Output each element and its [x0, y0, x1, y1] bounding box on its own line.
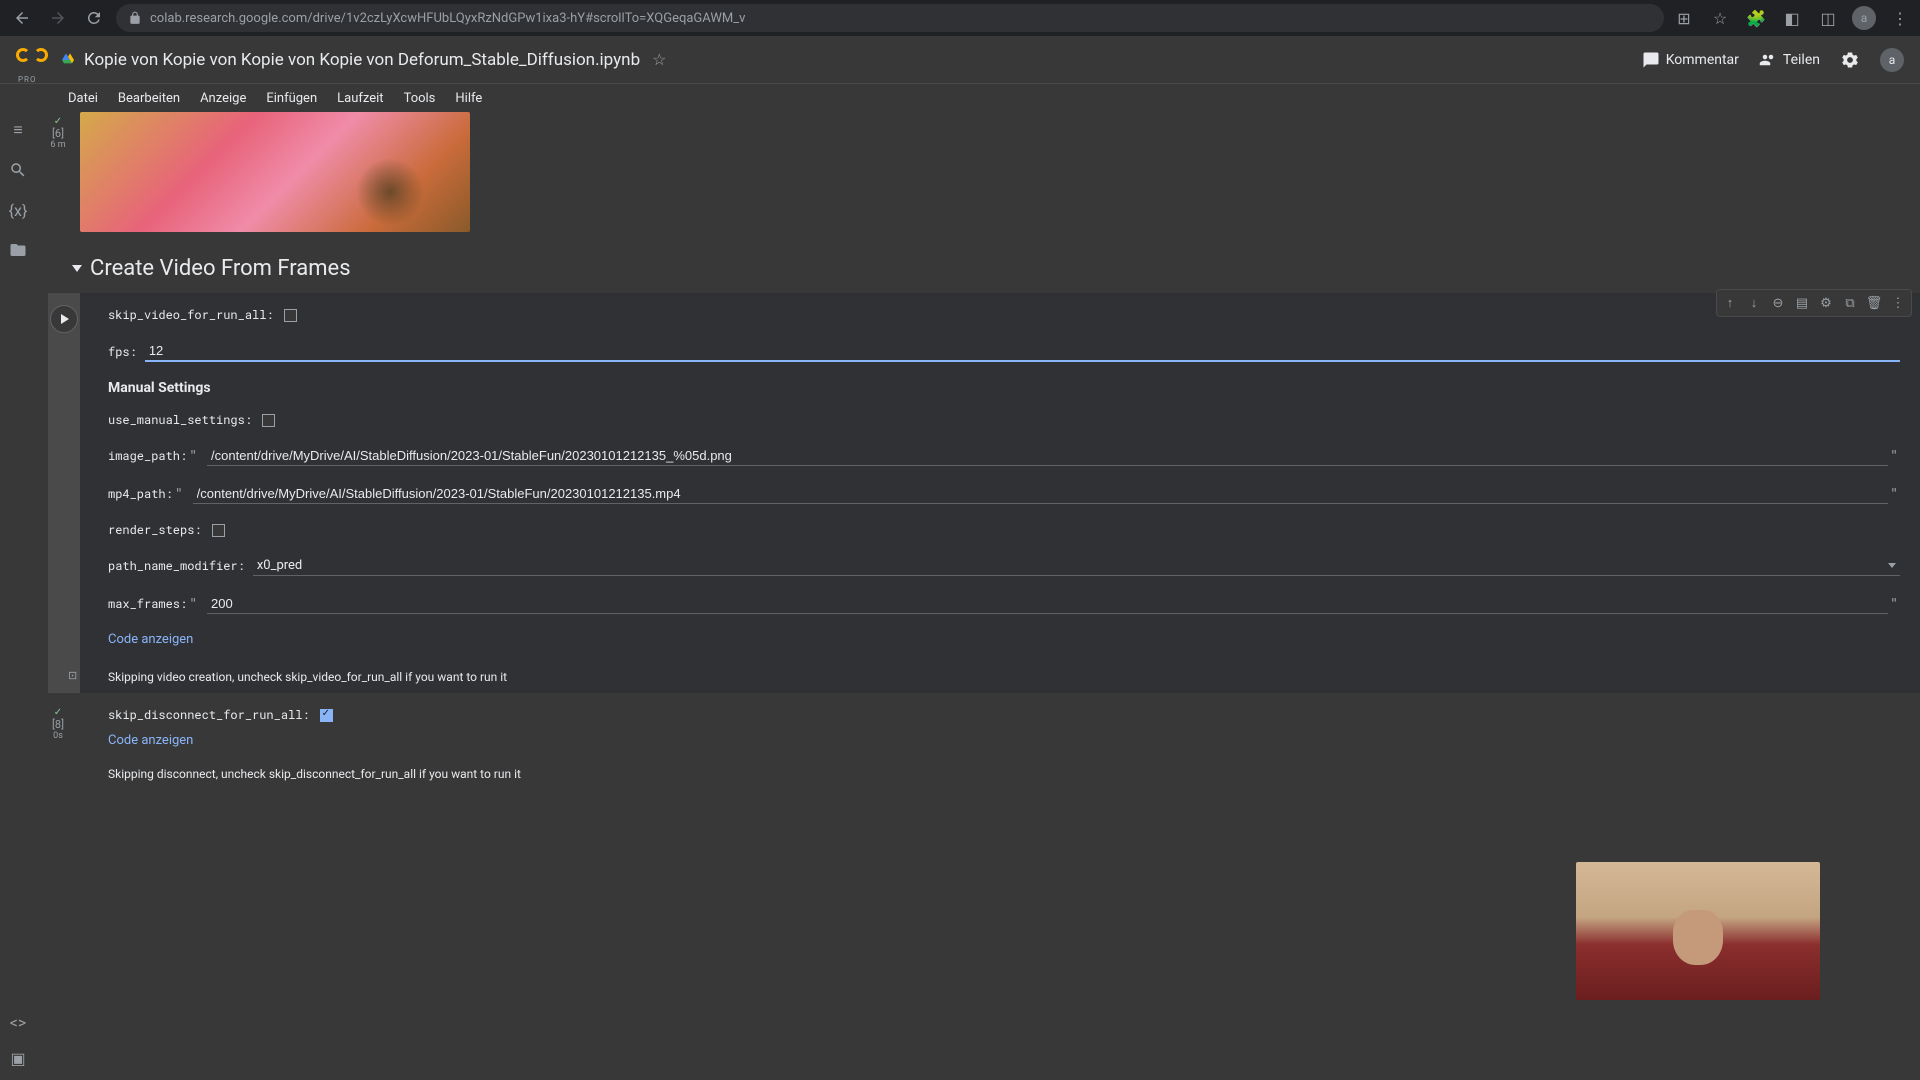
image-output-cell: ✓ [6] 6 m	[36, 112, 1920, 232]
fps-label: fps:	[108, 344, 137, 360]
cell-toolbar: ↑ ↓ ⊖ ▤ ⚙ ⧉ 🗑 ⋮	[1716, 289, 1912, 317]
cell-output: ⊡ Skipping video creation, uncheck skip_…	[48, 661, 1920, 693]
comment-icon	[1642, 51, 1660, 69]
cell-time: 6 m	[50, 140, 65, 150]
check-icon: ✓	[54, 116, 62, 127]
use-manual-checkbox[interactable]	[262, 414, 275, 427]
max-frames-label: max_frames:	[108, 596, 187, 612]
mp4-path-input[interactable]	[193, 484, 1889, 504]
run-button[interactable]	[50, 305, 78, 333]
lock-icon	[128, 11, 142, 25]
terminal-icon[interactable]: ▣	[8, 1048, 28, 1068]
url-text: colab.research.google.com/drive/1v2czLyX…	[150, 11, 745, 26]
max-frames-input[interactable]	[207, 594, 1888, 614]
render-steps-checkbox[interactable]	[212, 524, 225, 537]
path-modifier-label: path_name_modifier:	[108, 558, 245, 574]
skip-disconnect-label: skip_disconnect_for_run_all:	[108, 707, 310, 723]
move-up-icon[interactable]: ↑	[1719, 292, 1741, 314]
more-icon[interactable]: ⋮	[1887, 292, 1909, 314]
variables-icon[interactable]: {x}	[8, 200, 28, 220]
disconnect-cell: ✓ [8] 0s skip_disconnect_for_run_all: Co…	[36, 697, 1920, 790]
image-path-input[interactable]	[207, 446, 1888, 466]
section-toggle[interactable]	[72, 265, 82, 272]
side-panel-icon[interactable]: ◫	[1816, 6, 1840, 30]
section-header: Create Video From Frames	[72, 256, 1920, 281]
chevron-down-icon	[1888, 563, 1896, 568]
star-button[interactable]: ☆	[652, 50, 666, 69]
files-icon[interactable]	[8, 240, 28, 260]
settings-icon[interactable]: ⚙	[1815, 292, 1837, 314]
drive-icon	[60, 52, 76, 68]
extensions-icon[interactable]: 🧩	[1744, 6, 1768, 30]
share-icon	[1759, 51, 1777, 69]
comment-icon[interactable]: ▤	[1791, 292, 1813, 314]
delete-icon[interactable]: 🗑	[1863, 292, 1885, 314]
left-sidebar: ≡ {x} <> ▣	[0, 112, 36, 1080]
skip-video-label: skip_video_for_run_all:	[108, 307, 274, 323]
show-code-link[interactable]: Code anzeigen	[108, 632, 1900, 647]
menu-datei[interactable]: Datei	[60, 87, 106, 110]
extension-pin-icon[interactable]: ◧	[1780, 6, 1804, 30]
install-icon[interactable]: ⊞	[1672, 6, 1696, 30]
menu-anzeige[interactable]: Anzeige	[192, 87, 254, 110]
star-icon[interactable]: ☆	[1708, 6, 1732, 30]
link-icon[interactable]: ⊖	[1767, 292, 1789, 314]
user-avatar[interactable]: a	[1880, 48, 1904, 72]
cell-output: Skipping disconnect, uncheck skip_discon…	[48, 758, 1920, 790]
menu-bearbeiten[interactable]: Bearbeiten	[110, 87, 188, 110]
show-code-link[interactable]: Code anzeigen	[108, 733, 1900, 748]
output-icon[interactable]: ⊡	[68, 669, 77, 682]
image-path-label: image_path:	[108, 448, 187, 464]
mirror-icon[interactable]: ⧉	[1839, 292, 1861, 314]
search-icon[interactable]	[8, 160, 28, 180]
cell-number: [6]	[52, 127, 64, 140]
reload-button[interactable]	[80, 4, 108, 32]
section-title: Create Video From Frames	[90, 256, 351, 281]
menu-laufzeit[interactable]: Laufzeit	[329, 87, 391, 110]
comment-button[interactable]: Kommentar	[1642, 51, 1739, 69]
colab-logo[interactable]: PRO	[16, 44, 48, 76]
gear-icon[interactable]	[1840, 50, 1860, 70]
url-bar[interactable]: colab.research.google.com/drive/1v2czLyX…	[116, 4, 1664, 32]
forward-button[interactable]	[44, 4, 72, 32]
menu-tools[interactable]: Tools	[396, 87, 444, 110]
menu-bar: Datei Bearbeiten Anzeige Einfügen Laufze…	[0, 84, 1920, 112]
menu-hilfe[interactable]: Hilfe	[447, 87, 490, 110]
fps-input[interactable]	[145, 341, 1900, 362]
pro-badge: PRO	[18, 75, 36, 84]
webcam-overlay	[1576, 862, 1820, 1000]
video-form-cell[interactable]: ↑ ↓ ⊖ ▤ ⚙ ⧉ 🗑 ⋮ skip_video_for_run_all: …	[48, 293, 1920, 693]
code-snippets-icon[interactable]: <>	[8, 1012, 28, 1032]
manual-settings-heading: Manual Settings	[108, 380, 1900, 396]
browser-avatar[interactable]: a	[1852, 6, 1876, 30]
skip-disconnect-checkbox[interactable]	[320, 709, 333, 722]
back-button[interactable]	[8, 4, 36, 32]
path-modifier-dropdown[interactable]: x0_pred	[253, 556, 1900, 576]
skip-video-checkbox[interactable]	[284, 309, 297, 322]
share-button[interactable]: Teilen	[1759, 51, 1820, 69]
menu-einfuegen[interactable]: Einfügen	[258, 87, 325, 110]
render-steps-label: render_steps:	[108, 522, 202, 538]
mp4-path-label: mp4_path:	[108, 486, 173, 502]
toc-icon[interactable]: ≡	[8, 120, 28, 140]
output-image	[80, 112, 470, 232]
browser-menu-icon[interactable]: ⋮	[1888, 6, 1912, 30]
use-manual-label: use_manual_settings:	[108, 412, 252, 428]
move-down-icon[interactable]: ↓	[1743, 292, 1765, 314]
document-title[interactable]: Kopie von Kopie von Kopie von Kopie von …	[84, 50, 640, 70]
browser-chrome: colab.research.google.com/drive/1v2czLyX…	[0, 0, 1920, 36]
colab-header: PRO Kopie von Kopie von Kopie von Kopie …	[0, 36, 1920, 84]
